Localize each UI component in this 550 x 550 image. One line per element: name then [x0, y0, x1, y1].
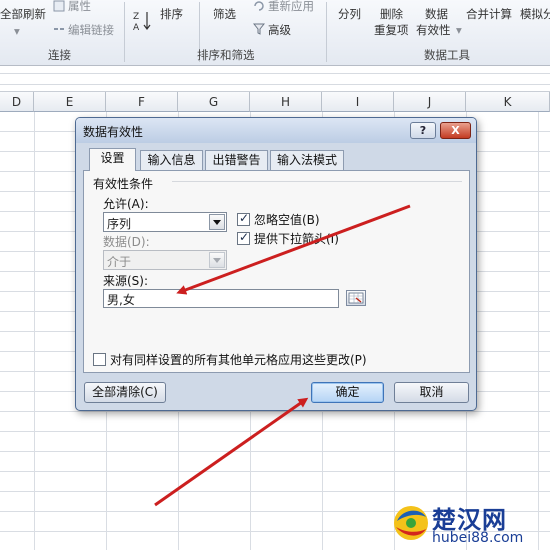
what-if-analysis-button[interactable]: 模拟分	[520, 6, 550, 22]
dialog-titlebar[interactable]: 数据有效性 ? X	[76, 118, 476, 143]
filter-button[interactable]: 筛选	[213, 6, 236, 22]
remove-duplicates-button[interactable]: 删除	[380, 6, 403, 22]
column-header-h[interactable]: H	[250, 92, 322, 112]
advanced-filter-button[interactable]: 高级	[268, 22, 291, 38]
data-dropdown: 介于	[103, 250, 227, 270]
site-watermark: 楚汉网 hubei88.com	[392, 500, 548, 548]
collapse-dialog-icon	[348, 292, 364, 304]
svg-text:Z: Z	[133, 12, 139, 22]
consolidate-button[interactable]: 合并计算	[466, 6, 512, 22]
range-select-button[interactable]	[346, 290, 366, 306]
data-label: 数据(D):	[103, 235, 150, 249]
formula-bar-divider	[0, 73, 550, 85]
tab-input-message[interactable]: 输入信息	[140, 150, 203, 170]
data-validation-button[interactable]: 数据	[425, 6, 448, 22]
allow-dropdown[interactable]: 序列	[103, 212, 227, 232]
data-validation-label: 有效性	[416, 23, 451, 37]
close-button[interactable]: X	[440, 122, 471, 139]
ok-button[interactable]: 确定	[311, 382, 384, 403]
chevron-down-icon[interactable]	[209, 214, 225, 230]
help-button[interactable]: ?	[410, 122, 436, 139]
settings-panel: 有效性条件 允许(A): 序列 忽略空值(B) 提供下拉箭头(I) 数据(D):…	[83, 170, 470, 373]
sort-button[interactable]: 排序	[160, 6, 183, 22]
properties-icon	[53, 0, 65, 12]
chevron-down-icon: ▾	[456, 23, 462, 37]
clear-all-button[interactable]: 全部清除(C)	[84, 382, 166, 403]
svg-text:A: A	[133, 23, 140, 32]
ribbon: 全部刷新 ▾ 属性 编辑链接 连接 Z A 排序 筛选 重新应用 高级 排序和筛…	[0, 0, 550, 66]
data-dropdown-value: 介于	[107, 255, 132, 269]
remove-duplicates-label: 重复项	[374, 23, 409, 37]
apply-to-all-label: 对有同样设置的所有其他单元格应用这些更改(P)	[110, 353, 367, 367]
edit-links-button[interactable]: 编辑链接	[68, 22, 114, 38]
tab-settings[interactable]: 设置	[89, 148, 136, 171]
refresh-all-button[interactable]: 全部刷新	[0, 6, 46, 22]
ignore-blank-label: 忽略空值(B)	[254, 213, 320, 227]
in-cell-dropdown-label: 提供下拉箭头(I)	[254, 232, 339, 246]
group-label-sort-filter: 排序和筛选	[197, 48, 255, 62]
site-logo-icon	[394, 506, 428, 540]
reapply-icon	[254, 1, 264, 11]
apply-to-all-checkbox[interactable]	[93, 353, 106, 366]
ignore-blank-checkbox[interactable]	[237, 211, 250, 226]
tab-ime-mode[interactable]: 输入法模式	[270, 150, 344, 170]
dialog-title: 数据有效性	[83, 125, 144, 139]
chevron-down-icon	[209, 252, 225, 268]
separator	[326, 2, 327, 62]
group-label-connections: 连接	[48, 48, 71, 62]
cancel-button[interactable]: 取消	[394, 382, 469, 403]
column-header-j[interactable]: J	[394, 92, 466, 112]
section-label: 有效性条件	[93, 177, 154, 191]
tab-error-alert[interactable]: 出错警告	[205, 150, 268, 170]
column-header-stub[interactable]: D	[0, 92, 34, 112]
column-header-f[interactable]: F	[106, 92, 178, 112]
advanced-filter-icon	[253, 23, 265, 35]
column-header-i[interactable]: I	[322, 92, 394, 112]
column-header-e[interactable]: E	[34, 92, 106, 112]
edit-links-icon	[54, 28, 64, 30]
source-input-value: 男,女	[107, 293, 135, 307]
allow-label: 允许(A):	[103, 197, 149, 211]
in-cell-dropdown-checkbox[interactable]	[237, 230, 250, 245]
separator	[124, 2, 125, 62]
column-header-g[interactable]: G	[178, 92, 250, 112]
source-input[interactable]: 男,女	[103, 289, 339, 308]
text-to-columns-button[interactable]: 分列	[338, 6, 361, 22]
chevron-down-icon: ▾	[14, 24, 20, 38]
properties-button[interactable]: 属性	[68, 0, 91, 14]
allow-dropdown-value: 序列	[107, 217, 132, 231]
reapply-button[interactable]: 重新应用	[268, 0, 314, 14]
data-validation-dialog: 数据有效性 ? X 设置 输入信息 出错警告 输入法模式 有效性条件 允许(A)…	[75, 117, 477, 411]
group-label-data-tools: 数据工具	[424, 48, 470, 62]
site-url: hubei88.com	[432, 530, 524, 546]
column-header-k[interactable]: K	[466, 92, 550, 112]
section-divider	[172, 181, 462, 182]
sort-az-icon: Z A	[133, 12, 151, 32]
source-label: 来源(S):	[103, 274, 149, 288]
